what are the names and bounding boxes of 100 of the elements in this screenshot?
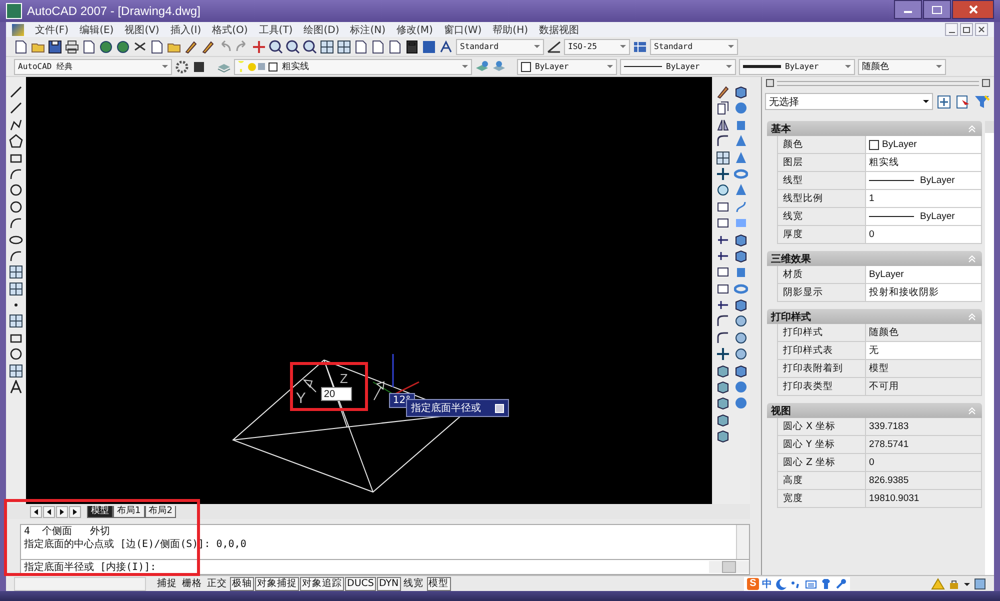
ime-mode[interactable]: 中 bbox=[762, 576, 772, 590]
block-icon[interactable] bbox=[8, 282, 23, 296]
status-toggle[interactable]: DUCS bbox=[345, 576, 376, 590]
close-button[interactable] bbox=[975, 23, 988, 36]
select-objects-icon[interactable] bbox=[955, 94, 971, 110]
text-tool-icon[interactable] bbox=[8, 380, 23, 394]
menu-item[interactable]: 数据视图 bbox=[539, 22, 579, 36]
ellipse-arc-icon[interactable] bbox=[8, 248, 23, 263]
menu-item[interactable]: 插入(I) bbox=[170, 22, 202, 36]
layer-status-icon[interactable] bbox=[238, 60, 278, 72]
section-header[interactable]: 基本 bbox=[767, 121, 982, 136]
rotate-icon[interactable] bbox=[716, 183, 730, 198]
property-value[interactable]: ByLayer bbox=[866, 172, 981, 189]
options-icon[interactable] bbox=[494, 404, 504, 412]
zoom-icon[interactable] bbox=[269, 40, 283, 54]
property-value[interactable]: 0 bbox=[866, 226, 981, 243]
tab-scroll-button[interactable] bbox=[30, 506, 42, 518]
restore-button[interactable] bbox=[960, 23, 973, 36]
layout-tab[interactable]: 模型 bbox=[87, 506, 113, 518]
minimize-button[interactable] bbox=[945, 23, 958, 36]
layer-states-icon[interactable] bbox=[492, 60, 506, 74]
minimize-button[interactable] bbox=[894, 0, 922, 19]
circle-icon[interactable] bbox=[8, 183, 23, 198]
linetype-dropdown[interactable]: ByLayer bbox=[620, 58, 736, 74]
section-header[interactable]: 三维效果 bbox=[767, 251, 982, 266]
zoom-window-icon[interactable] bbox=[286, 40, 300, 54]
layout-tab[interactable]: 布局1 bbox=[113, 506, 145, 518]
scrollbar[interactable] bbox=[985, 121, 994, 575]
copy-tool-icon[interactable] bbox=[716, 101, 730, 116]
save-icon[interactable] bbox=[48, 40, 62, 54]
status-toggle[interactable]: 模型 bbox=[426, 576, 451, 590]
table-icon[interactable] bbox=[8, 364, 23, 378]
property-value[interactable]: 无 bbox=[866, 342, 981, 359]
zoom-previous-icon[interactable] bbox=[303, 40, 317, 54]
close-button[interactable] bbox=[952, 0, 994, 19]
table-style-icon[interactable] bbox=[633, 40, 647, 54]
brush-icon[interactable] bbox=[201, 40, 215, 54]
status-toggle[interactable]: 捕捉 bbox=[155, 576, 179, 590]
menu-item[interactable]: 格式(O) bbox=[212, 22, 248, 36]
menu-item[interactable]: 文件(F) bbox=[35, 22, 69, 36]
status-toggle[interactable]: 极轴 bbox=[230, 576, 254, 590]
property-value[interactable]: 1 bbox=[866, 190, 981, 207]
mirror-icon[interactable] bbox=[716, 118, 730, 132]
maximize-button[interactable] bbox=[923, 0, 951, 19]
tab-scroll-button[interactable] bbox=[43, 506, 55, 518]
close-icon[interactable] bbox=[978, 26, 985, 33]
scissors-icon[interactable] bbox=[133, 40, 147, 54]
arc-icon[interactable] bbox=[8, 166, 23, 181]
property-value[interactable]: 粗实线 bbox=[866, 154, 981, 171]
calculator-icon[interactable] bbox=[405, 40, 419, 54]
new-file-icon[interactable] bbox=[14, 40, 28, 54]
status-toggle[interactable]: 对象捕捉 bbox=[255, 576, 299, 590]
close-icon[interactable] bbox=[982, 79, 990, 87]
menu-item[interactable]: 编辑(E) bbox=[80, 22, 114, 36]
keyboard-icon[interactable] bbox=[805, 578, 817, 590]
selection-dropdown[interactable]: 无选择 bbox=[765, 93, 933, 110]
status-toggle[interactable]: DYN bbox=[376, 576, 401, 590]
color-dropdown[interactable]: ByLayer bbox=[517, 58, 617, 74]
menu-item[interactable]: 标注(N) bbox=[350, 22, 386, 36]
tab-scroll-button[interactable] bbox=[69, 506, 81, 518]
text-style-icon[interactable] bbox=[439, 40, 453, 54]
tab-scroll-button[interactable] bbox=[56, 506, 68, 518]
dynamic-input-field[interactable]: 20 bbox=[320, 387, 352, 401]
print-icon[interactable] bbox=[65, 40, 79, 54]
sheet-icon[interactable] bbox=[371, 40, 385, 54]
menu-item[interactable]: 视图(V) bbox=[124, 22, 160, 36]
filter-icon[interactable] bbox=[974, 94, 990, 110]
add-selection-icon[interactable] bbox=[936, 94, 952, 110]
markup-icon[interactable] bbox=[388, 40, 402, 54]
workspace-dropdown[interactable]: AutoCAD 经典 bbox=[14, 58, 172, 74]
line-tool-icon[interactable] bbox=[8, 101, 23, 116]
collapse-icon[interactable] bbox=[766, 79, 774, 87]
menu-item[interactable]: 绘图(D) bbox=[304, 22, 340, 36]
lock-icon[interactable] bbox=[948, 578, 960, 590]
property-value[interactable]: ByLayer bbox=[866, 208, 981, 225]
hatch-icon[interactable] bbox=[8, 314, 23, 328]
dimension-style-dropdown[interactable]: ISO-25 bbox=[564, 38, 630, 54]
gear-icon[interactable] bbox=[175, 60, 189, 74]
section-header[interactable]: 视图 bbox=[767, 403, 982, 418]
layer-dropdown[interactable]: 粗实线 bbox=[234, 58, 472, 74]
lineweight-dropdown[interactable]: ByLayer bbox=[739, 58, 855, 74]
menu-item[interactable]: 修改(M) bbox=[396, 22, 433, 36]
erase-icon[interactable] bbox=[716, 85, 730, 99]
property-value[interactable]: ByLayer bbox=[866, 266, 981, 283]
polygon-icon[interactable] bbox=[8, 134, 23, 148]
status-toggle[interactable]: 对象追踪 bbox=[300, 576, 344, 590]
text-style-dropdown[interactable]: Standard bbox=[456, 38, 544, 54]
moon-icon[interactable] bbox=[775, 578, 787, 590]
drawing-canvas[interactable]: Z Y 20 12° 指定底面半径或 bbox=[26, 77, 712, 504]
shirt-icon[interactable] bbox=[820, 578, 832, 590]
dimension-style-icon[interactable] bbox=[547, 40, 561, 54]
horizontal-scrollbar[interactable] bbox=[709, 561, 749, 573]
section-header[interactable]: 打印样式 bbox=[767, 309, 982, 324]
copy-icon[interactable] bbox=[150, 40, 164, 54]
scrollbar[interactable] bbox=[736, 525, 749, 559]
box-icon[interactable] bbox=[734, 85, 748, 99]
property-value[interactable]: 投射和接收阴影 bbox=[866, 284, 981, 301]
properties-icon[interactable] bbox=[320, 40, 334, 54]
palette-icon[interactable] bbox=[354, 40, 368, 54]
layer-previous-icon[interactable] bbox=[475, 60, 489, 74]
